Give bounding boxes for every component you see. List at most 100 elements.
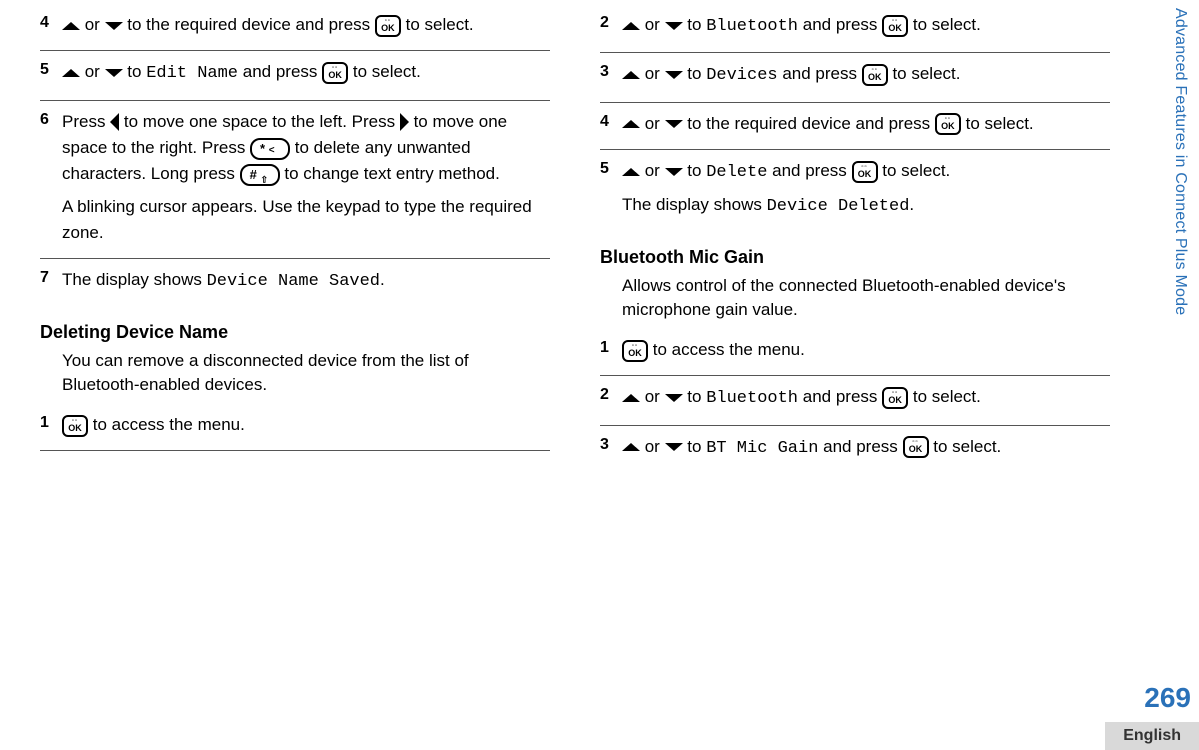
text: to (683, 437, 707, 456)
instruction-step: 4 or to the required device and press ▫▫… (40, 4, 550, 51)
text: to (683, 64, 707, 83)
instruction-step: 4 or to the required device and press ▫▫… (600, 103, 1110, 150)
instruction-step: 3 or to BT Mic Gain and press ▫▫OK to se… (600, 426, 1110, 474)
text: or (640, 64, 665, 83)
instruction-step: 6Press to move one space to the left. Pr… (40, 101, 550, 260)
text: to (123, 62, 147, 81)
footer-language: English (1105, 722, 1199, 750)
up-arrow-icon (622, 168, 640, 176)
down-arrow-icon (665, 394, 683, 402)
step-number: 4 (600, 111, 622, 137)
text: and press (238, 62, 322, 81)
section-intro: You can remove a disconnected device fro… (62, 349, 550, 398)
text: to access the menu. (88, 415, 245, 434)
text: or (80, 15, 105, 34)
text: to (683, 161, 707, 180)
mono-text: Bluetooth (706, 389, 798, 408)
text: to move one space to the left. Press (119, 112, 400, 131)
step-body: or to Bluetooth and press ▫▫OK to select… (622, 12, 1110, 40)
up-arrow-icon (622, 394, 640, 402)
step-number: 7 (40, 267, 62, 295)
mono-text: Bluetooth (706, 17, 798, 36)
ok-key-icon: ▫▫OK (852, 161, 878, 183)
ok-key-icon: ▫▫OK (375, 15, 401, 37)
text: to select. (888, 64, 961, 83)
up-arrow-icon (622, 22, 640, 30)
step-number: 1 (40, 412, 62, 438)
text: to select. (878, 161, 951, 180)
ok-key-icon: ▫▫OK (935, 113, 961, 135)
up-arrow-icon (622, 443, 640, 451)
text: to select. (348, 62, 421, 81)
side-tab: Advanced Features in Connect Plus Mode (1171, 8, 1189, 315)
text: and press (767, 161, 851, 180)
text: or (640, 15, 665, 34)
section-intro: Allows control of the connected Bluetoot… (622, 274, 1110, 323)
text: to select. (401, 15, 474, 34)
text: A blinking cursor appears. Use the keypa… (62, 197, 532, 242)
text: The display shows (622, 195, 767, 214)
text: or (640, 387, 665, 406)
text: or (640, 114, 665, 133)
star-key-icon: * < (250, 138, 290, 160)
instruction-step: 1▫▫OK to access the menu. (40, 404, 550, 451)
text: to change text entry method. (280, 164, 500, 183)
down-arrow-icon (665, 22, 683, 30)
text: to select. (908, 15, 981, 34)
hash-key-icon: # ⇧ (240, 164, 280, 186)
left-arrow-icon (110, 113, 119, 131)
step-body: Press to move one space to the left. Pre… (62, 109, 550, 247)
instruction-step: 5 or to Edit Name and press ▫▫OK to sele… (40, 51, 550, 100)
step-body: The display shows Device Name Saved. (62, 267, 550, 295)
instruction-step: 2 or to Bluetooth and press ▫▫OK to sele… (600, 376, 1110, 425)
step-body: or to Devices and press ▫▫OK to select. (622, 61, 1110, 89)
ok-key-icon: ▫▫OK (622, 340, 648, 362)
step-number: 3 (600, 61, 622, 89)
up-arrow-icon (62, 69, 80, 77)
step-number: 6 (40, 109, 62, 247)
text: The display shows (62, 270, 207, 289)
step-body: or to the required device and press ▫▫OK… (622, 111, 1110, 137)
mono-text: Edit Name (146, 64, 238, 83)
ok-key-icon: ▫▫OK (882, 15, 908, 37)
mono-text: BT Mic Gain (706, 439, 818, 458)
text: and press (818, 437, 902, 456)
text: to select. (929, 437, 1002, 456)
section-title: Deleting Device Name (40, 322, 550, 343)
ok-key-icon: ▫▫OK (62, 415, 88, 437)
text: . (380, 270, 385, 289)
step-body: ▫▫OK to access the menu. (622, 337, 1110, 363)
right-column: 2 or to Bluetooth and press ▫▫OK to sele… (600, 4, 1110, 700)
mono-text: Device Deleted (767, 197, 910, 216)
page-number: 269 (1144, 682, 1191, 714)
step-number: 3 (600, 434, 622, 462)
step-body: or to Delete and press ▫▫OK to select. Th… (622, 158, 1110, 221)
text: or (640, 161, 665, 180)
page-content: 4 or to the required device and press ▫▫… (0, 0, 1199, 700)
text: to (683, 387, 707, 406)
text: or (640, 437, 665, 456)
text: to select. (908, 387, 981, 406)
step-body: or to Edit Name and press ▫▫OK to select… (62, 59, 550, 87)
text: to (683, 15, 707, 34)
step-body: or to the required device and press ▫▫OK… (62, 12, 550, 38)
instruction-step: 5 or to Delete and press ▫▫OK to select.… (600, 150, 1110, 233)
down-arrow-icon (105, 69, 123, 77)
instruction-step: 3 or to Devices and press ▫▫OK to select… (600, 53, 1110, 102)
instruction-step: 2 or to Bluetooth and press ▫▫OK to sele… (600, 4, 1110, 53)
right-arrow-icon (400, 113, 409, 131)
step-body: or to Bluetooth and press ▫▫OK to select… (622, 384, 1110, 412)
up-arrow-icon (622, 120, 640, 128)
left-column: 4 or to the required device and press ▫▫… (40, 4, 550, 700)
text: and press (798, 387, 882, 406)
mono-text: Delete (706, 163, 767, 182)
ok-key-icon: ▫▫OK (882, 387, 908, 409)
instruction-step: 1▫▫OK to access the menu. (600, 329, 1110, 376)
text: Press (62, 112, 110, 131)
mono-text: Device Name Saved (207, 272, 380, 291)
up-arrow-icon (622, 71, 640, 79)
step-number: 4 (40, 12, 62, 38)
step-number: 1 (600, 337, 622, 363)
step-number: 5 (600, 158, 622, 221)
ok-key-icon: ▫▫OK (322, 62, 348, 84)
